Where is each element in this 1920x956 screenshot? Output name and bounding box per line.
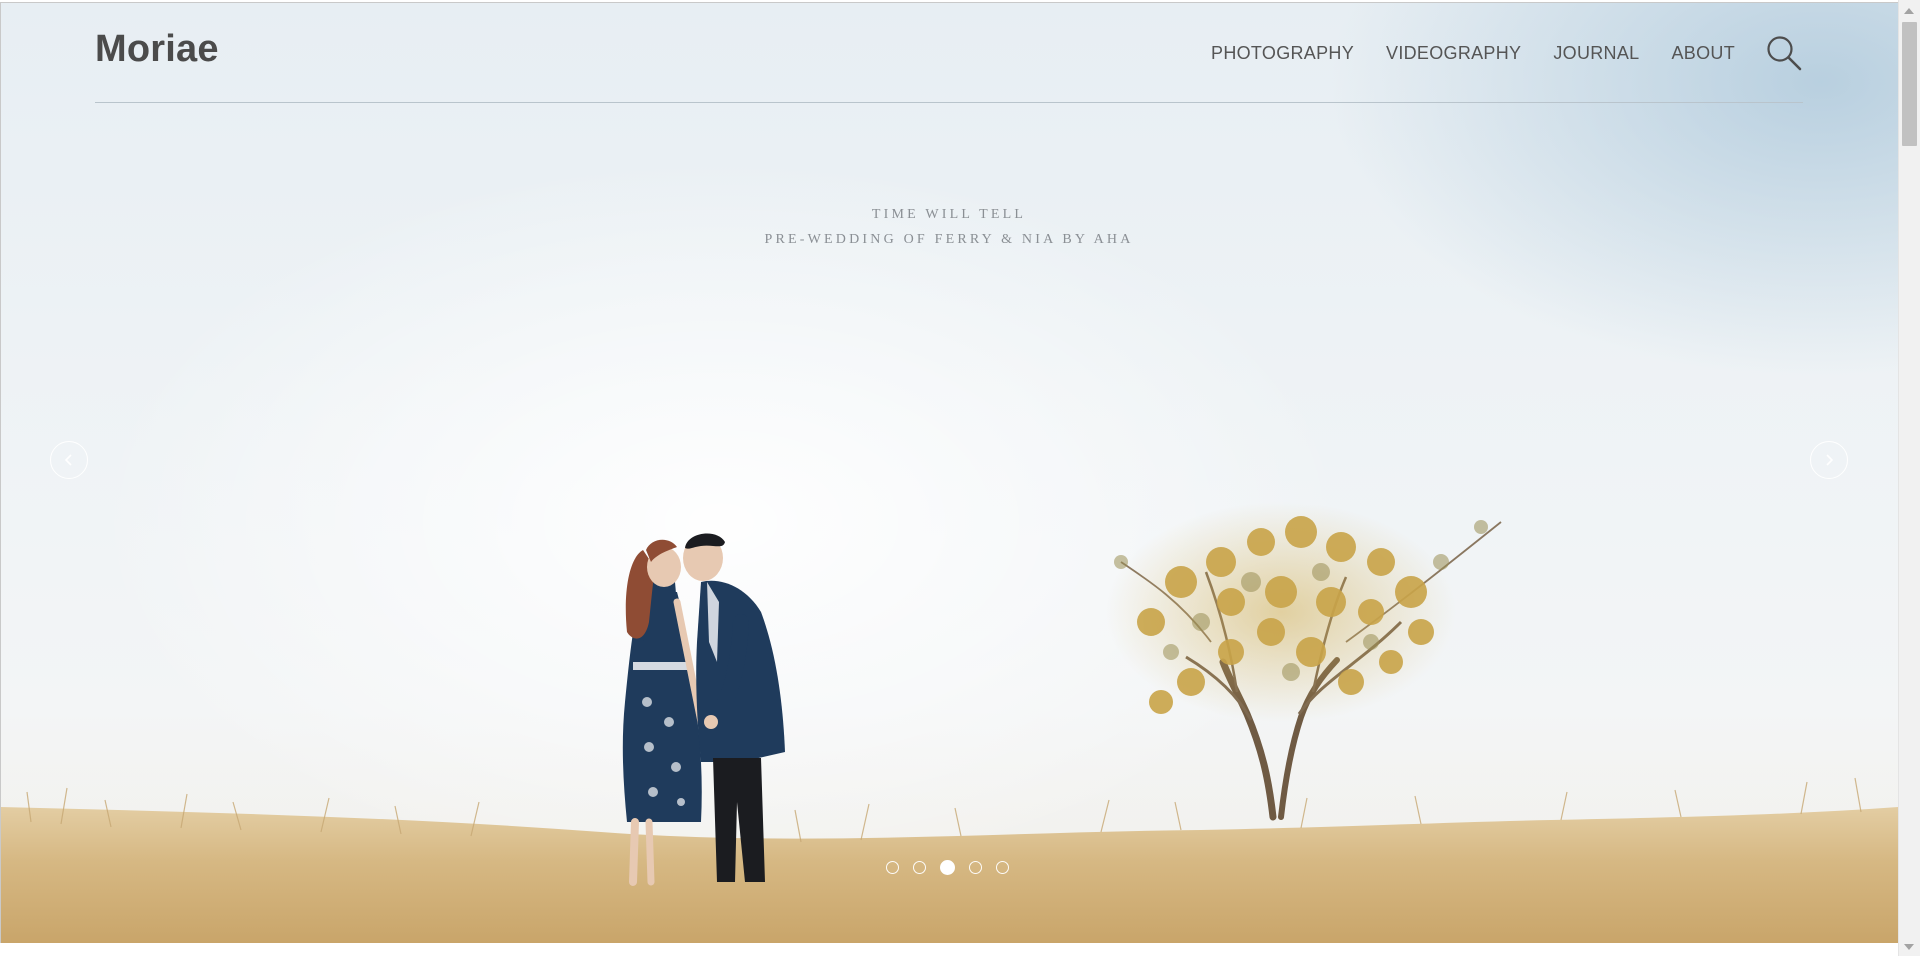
slide-caption-title: TIME WILL TELL <box>871 207 1027 222</box>
scroll-thumb[interactable] <box>1902 22 1917 146</box>
search-icon <box>1767 36 1802 71</box>
main-nav: PHOTOGRAPHY VIDEOGRAPHY JOURNAL ABOUT <box>1211 34 1803 72</box>
slider-dot-4[interactable] <box>969 861 982 874</box>
couple-illustration <box>622 533 785 886</box>
search-button[interactable] <box>1765 34 1803 72</box>
hero-photo <box>1 502 1898 943</box>
slider-dot-5[interactable] <box>996 861 1009 874</box>
slider-dot-2[interactable] <box>913 861 926 874</box>
slide-caption: TIME WILL TELL PRE-WEDDING OF FERRY & NI… <box>0 202 1898 252</box>
page-scrollbar[interactable] <box>1898 0 1920 956</box>
site-logo[interactable]: Moriae <box>95 28 219 71</box>
nav-item-about[interactable]: ABOUT <box>1671 43 1735 64</box>
slider-next-button[interactable] <box>1810 441 1848 479</box>
slide-caption-subtitle: PRE-WEDDING OF FERRY & NIA BY AHA <box>764 232 1134 247</box>
nav-item-videography[interactable]: VIDEOGRAPHY <box>1386 43 1521 64</box>
tree-illustration <box>1106 502 1502 821</box>
slider-dot-1[interactable] <box>886 861 899 874</box>
slider-pagination <box>886 860 1009 875</box>
nav-item-journal[interactable]: JOURNAL <box>1553 43 1639 64</box>
chevron-left-icon <box>64 454 72 466</box>
scroll-up-arrow-icon[interactable] <box>1904 8 1914 14</box>
slider-dot-3-active[interactable] <box>940 860 955 875</box>
nav-item-photography[interactable]: PHOTOGRAPHY <box>1211 43 1354 64</box>
page-viewport: Moriae PHOTOGRAPHY VIDEOGRAPHY JOURNAL A… <box>0 0 1898 956</box>
chevron-right-icon <box>1826 454 1834 466</box>
scroll-down-arrow-icon[interactable] <box>1904 944 1914 950</box>
hero-slider <box>1 2 1898 943</box>
site-header: Moriae PHOTOGRAPHY VIDEOGRAPHY JOURNAL A… <box>95 0 1803 103</box>
slider-prev-button[interactable] <box>50 441 88 479</box>
